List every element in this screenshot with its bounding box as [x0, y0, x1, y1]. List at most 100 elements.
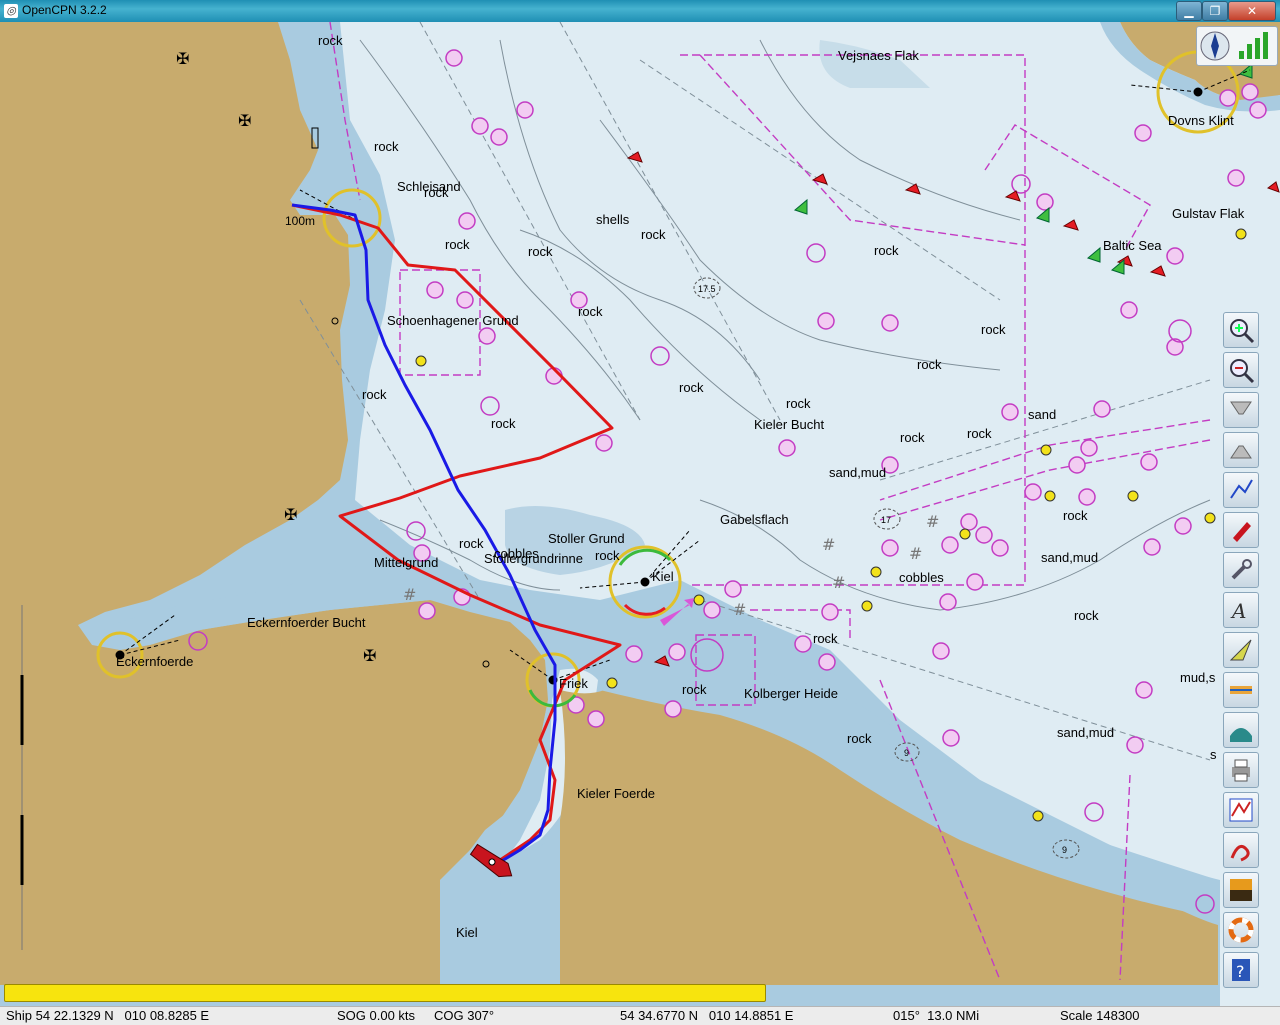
- main-toolbar: A ?: [1218, 312, 1266, 992]
- label-schoenhagener: Schoenhagener Grund: [387, 313, 519, 328]
- maximize-button[interactable]: ❐: [1202, 1, 1228, 21]
- label-rock-1: rock: [318, 33, 343, 48]
- route-button[interactable]: [1223, 472, 1259, 508]
- zoom-in-button[interactable]: [1223, 312, 1259, 348]
- label-sand-mud-2: sand,mud: [1041, 550, 1098, 565]
- label-eckernfoerde: Eckernfoerde: [116, 654, 193, 669]
- svg-text:#: #: [926, 512, 939, 531]
- label-rock-9: rock: [981, 322, 1006, 337]
- label-kiel-light: Kiel: [652, 569, 674, 584]
- label-sand-mud-3: sand,mud: [1057, 725, 1114, 740]
- minimize-button[interactable]: ▁: [1176, 1, 1202, 21]
- svg-text:#: #: [822, 535, 835, 554]
- scale-in-button[interactable]: [1223, 392, 1259, 428]
- wave-icon: [1230, 728, 1252, 742]
- ship-icon: [1233, 522, 1251, 542]
- progress-bar: [4, 984, 766, 1002]
- scale-out-button[interactable]: [1223, 432, 1259, 468]
- label-rock-22: rock: [682, 682, 707, 697]
- label-rock-4: rock: [641, 227, 666, 242]
- zoom-in-icon: [1230, 319, 1255, 344]
- svg-text:#: #: [403, 585, 416, 604]
- label-rock-14: rock: [491, 416, 516, 431]
- label-rock-10: rock: [917, 357, 942, 372]
- settings-button[interactable]: [1223, 552, 1259, 588]
- sounding-175: 17.5: [698, 284, 716, 294]
- label-sand-mud-1: sand,mud: [829, 465, 886, 480]
- label-dovns-klint: Dovns Klint: [1168, 113, 1234, 128]
- route-manager-icon: [1229, 798, 1253, 822]
- label-cobbles-2: cobbles: [899, 570, 944, 585]
- track-button[interactable]: [1223, 832, 1259, 868]
- label-friek: Friek: [559, 676, 588, 691]
- status-sog: SOG 0.00 kts: [337, 1008, 416, 1023]
- zoom-out-button[interactable]: [1223, 352, 1259, 388]
- label-mittelgrund: Mittelgrund: [374, 555, 438, 570]
- label-gabelsflach: Gabelsflach: [720, 512, 789, 527]
- svg-text:A: A: [1230, 599, 1246, 623]
- sounding-17: 17: [881, 515, 891, 525]
- follow-ship-button[interactable]: [1223, 512, 1259, 548]
- status-scale: Scale 148300: [1060, 1008, 1140, 1023]
- label-rock-19: rock: [1063, 508, 1088, 523]
- text-toggle-button[interactable]: A: [1223, 592, 1259, 628]
- label-rock-23: rock: [847, 731, 872, 746]
- chart-canvas[interactable]: ✠✠✠✠ ####### rock Vejsnaes Flak rock Sch…: [0, 22, 1280, 1006]
- label-rock-21: rock: [1074, 608, 1099, 623]
- zoom-out-icon: [1230, 359, 1255, 384]
- wrench-icon: [1231, 559, 1252, 580]
- tide-button[interactable]: [1223, 672, 1259, 708]
- svg-text:✠: ✠: [284, 505, 297, 524]
- ais-button[interactable]: [1223, 712, 1259, 748]
- text-icon: A: [1230, 599, 1246, 623]
- svg-text:#: #: [909, 544, 922, 563]
- status-cursor-position: 54 34.6770 N 010 14.8851 E: [620, 1008, 794, 1023]
- label-rock-5: rock: [445, 237, 470, 252]
- label-baltic: Baltic Sea: [1103, 238, 1162, 253]
- label-stollergrundrinne: Stollergrundrinne: [484, 551, 583, 566]
- current-button[interactable]: [1223, 632, 1259, 668]
- track-icon: [1230, 844, 1250, 862]
- compass-widget[interactable]: [1196, 26, 1278, 66]
- print-button[interactable]: [1223, 752, 1259, 788]
- label-rock-6: rock: [528, 244, 553, 259]
- label-rock-11: rock: [679, 380, 704, 395]
- label-mud-s: mud,s: [1180, 670, 1216, 685]
- status-bearing-distance: 015° 13.0 NMi: [893, 1008, 980, 1023]
- status-ship-position: Ship 54 22.1329 N 010 08.8285 E: [6, 1008, 210, 1023]
- label-rock-16: rock: [900, 430, 925, 445]
- label-kiel-city: Kiel: [456, 925, 478, 940]
- label-gulstav: Gulstav Flak: [1172, 206, 1245, 221]
- label-s: s: [1210, 747, 1217, 762]
- svg-text:#: #: [733, 600, 746, 619]
- status-cog: COG 307°: [434, 1008, 495, 1023]
- label-rock-7: rock: [874, 243, 899, 258]
- label-rock-2: rock: [374, 139, 399, 154]
- sounding-9b: 9: [1062, 845, 1067, 855]
- label-vejsnaes: Vejsnaes Flak: [838, 48, 919, 63]
- status-bar: Ship 54 22.1329 N 010 08.8285 E SOG 0.00…: [0, 1006, 1280, 1025]
- label-rock-12: rock: [786, 396, 811, 411]
- label-kieler-bucht: Kieler Bucht: [754, 417, 824, 432]
- current-icon: [1229, 639, 1252, 661]
- label-rock-13: rock: [362, 387, 387, 402]
- label-rock-8: rock: [578, 304, 603, 319]
- label-kolberger: Kolberger Heide: [744, 686, 838, 701]
- close-button[interactable]: ✕: [1228, 1, 1276, 21]
- label-rock-18: rock: [595, 548, 620, 563]
- label-stoller-grund: Stoller Grund: [548, 531, 625, 546]
- mob-button[interactable]: [1223, 912, 1259, 948]
- window-title: OpenCPN 3.2.2: [22, 3, 107, 17]
- svg-text:✠: ✠: [363, 646, 376, 665]
- route-icon: [1230, 479, 1253, 499]
- route-manager-button[interactable]: [1223, 792, 1259, 828]
- label-100m: 100m: [285, 214, 315, 228]
- sounding-9a: 9: [904, 748, 909, 758]
- label-sand: sand: [1028, 407, 1056, 422]
- svg-text:✠: ✠: [238, 111, 251, 130]
- tide-icon: [1230, 686, 1252, 694]
- help-icon: ?: [1232, 959, 1250, 981]
- color-scheme-button[interactable]: [1223, 872, 1259, 908]
- funnel-up-icon: [1230, 445, 1252, 459]
- help-button[interactable]: ?: [1223, 952, 1259, 988]
